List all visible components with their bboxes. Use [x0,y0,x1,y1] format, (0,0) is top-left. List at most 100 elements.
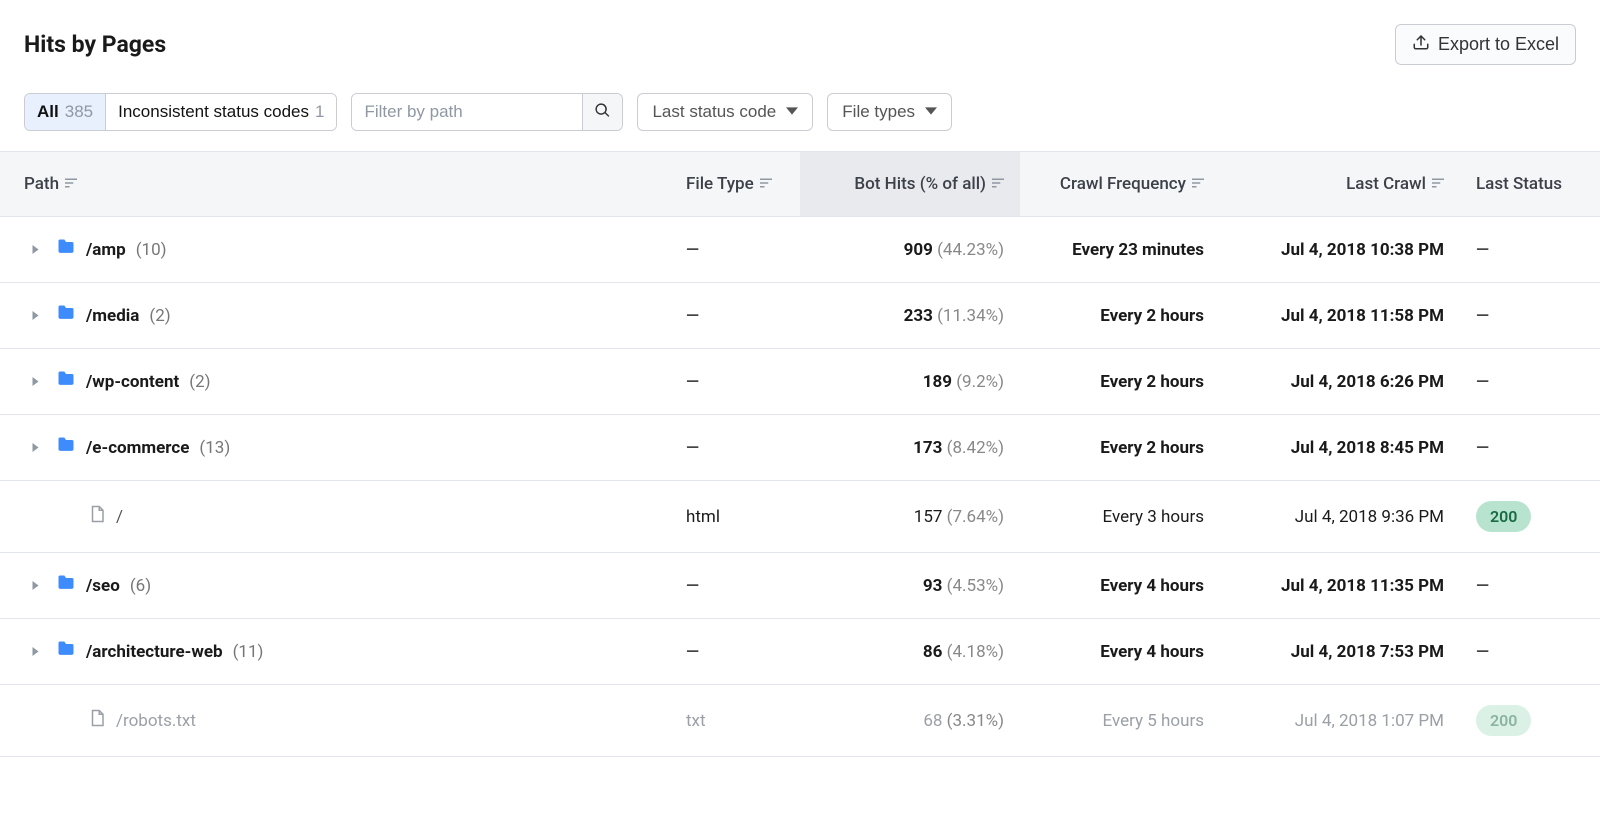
cell-path: /media (2) [0,283,670,348]
dropdown-file-types[interactable]: File types [827,93,952,131]
tab-inconsistent-count: 1 [315,102,324,122]
cell-last-crawl: Jul 4, 2018 10:38 PM [1220,220,1460,280]
col-last-status[interactable]: Last Status [1460,152,1600,216]
sort-icon [1432,174,1444,194]
cell-last-crawl: Jul 4, 2018 7:53 PM [1220,622,1460,682]
path-name: /seo [86,576,120,596]
col-last-crawl[interactable]: Last Crawl [1220,152,1460,216]
status-badge: 200 [1476,501,1531,532]
expand-caret-icon[interactable] [24,239,46,261]
cell-crawl-frequency: Every 2 hours [1020,286,1220,346]
cell-file-type: txt [670,691,800,751]
tab-all-count: 385 [65,102,93,122]
chevron-down-icon [786,102,798,122]
expand-caret-icon[interactable] [24,641,46,663]
table-row[interactable]: /robots.txttxt68 (3.31%)Every 5 hoursJul… [0,685,1600,757]
search-input[interactable] [352,94,582,130]
table-row[interactable]: /wp-content(2) — 189 (9.2%)Every 2 hoursJu… [0,349,1600,415]
expand-caret-icon[interactable] [24,575,46,597]
cell-bot-hits: 68 (3.31%) [800,691,1020,751]
tab-all[interactable]: All 385 [25,94,105,130]
table-row[interactable]: /architecture-web(11)—86 (4.18%)Every 4 … [0,619,1600,685]
export-button[interactable]: Export to Excel [1395,24,1576,65]
cell-crawl-frequency: Every 2 hours [1020,418,1220,478]
cell-last-crawl: Jul 4, 2018 11:35 PM [1220,556,1460,616]
status-dash: — [1476,438,1489,458]
cell-path: /architecture-web (11) [0,619,670,684]
page-title: Hits by Pages [24,31,166,58]
cell-last-crawl: Jul 4, 2018 1:07 PM [1220,691,1460,751]
cell-file-type: — [670,220,800,280]
expand-caret-icon[interactable] [24,371,46,393]
cell-file-type: html [670,487,800,547]
cell-bot-hits: 909 (44.23%) [800,220,1020,280]
cell-bot-hits: 93 (4.53%) [800,556,1020,616]
cell-file-type: — [670,556,800,616]
cell-path: /seo (6) [0,553,670,618]
table-row[interactable]: /amp(10)—909 (44.23%)Every 23 minutesJul… [0,217,1600,283]
cell-bot-hits: 189 (9.2%) [800,352,1020,412]
expand-caret-icon[interactable] [24,437,46,459]
dropdown-status-label: Last status code [652,102,776,122]
cell-path: / [0,483,670,550]
tab-all-label: All [37,102,59,122]
col-crawl-freq-label: Crawl Frequency [1060,174,1186,194]
cell-last-crawl: Jul 4, 2018 6:26 PM [1220,352,1460,412]
status-badge: 200 [1476,705,1531,736]
path-name: /architecture-web [86,642,223,662]
tab-inconsistent[interactable]: Inconsistent status codes 1 [106,94,336,130]
tab-inconsistent-label: Inconsistent status codes [118,102,309,122]
path-name: /amp [86,240,126,260]
col-crawl-frequency[interactable]: Crawl Frequency [1020,152,1220,216]
table-row[interactable]: /html157 (7.64%)Every 3 hoursJul 4, 2018… [0,481,1600,553]
col-bot-hits[interactable]: Bot Hits (% of all) [800,152,1020,216]
cell-crawl-frequency: Every 3 hours [1020,487,1220,547]
folder-icon [56,573,76,598]
table-row[interactable]: /media(2)—233 (11.34%)Every 2 hoursJul 4… [0,283,1600,349]
table-row[interactable]: /seo(6)—93 (4.53%)Every 4 hoursJul 4, 20… [0,553,1600,619]
path-count: (2) [149,306,170,326]
folder-icon [56,639,76,664]
path-count: (10) [136,240,167,260]
cell-crawl-frequency: Every 4 hours [1020,556,1220,616]
cell-file-type: — [670,622,800,682]
col-path-label: Path [24,174,59,194]
sort-icon [760,174,772,194]
folder-icon [56,435,76,460]
sort-icon [65,174,77,194]
cell-last-status: — [1460,286,1600,346]
status-dash: — [1476,372,1489,392]
cell-crawl-frequency: Every 23 minutes [1020,220,1220,280]
col-path[interactable]: Path [0,152,670,216]
expand-caret-placeholder [56,506,78,528]
col-last-status-label: Last Status [1476,174,1562,194]
cell-bot-hits: 86 (4.18%) [800,622,1020,682]
cell-path: /robots.txt [0,687,670,754]
dropdown-filetypes-label: File types [842,102,915,122]
cell-path: /wp-content(2) [0,349,670,414]
dropdown-last-status-code[interactable]: Last status code [637,93,813,131]
sort-icon [992,174,1004,194]
cell-last-status: 200 [1460,685,1600,756]
search-button[interactable] [582,94,622,130]
col-file-type[interactable]: File Type [670,152,800,216]
status-dash: — [1476,306,1489,326]
table-row[interactable]: /e-commerce(13)—173 (8.42%)Every 2 hours… [0,415,1600,481]
cell-bot-hits: 157 (7.64%) [800,487,1020,547]
cell-crawl-frequency: Every 2 hours [1020,352,1220,412]
path-name: /media [86,306,139,326]
cell-file-type: — [670,418,800,478]
status-filter-tabs: All 385 Inconsistent status codes 1 [24,93,337,131]
path-count: (6) [130,576,151,596]
cell-last-status: — [1460,220,1600,280]
sort-icon [1192,174,1204,194]
path-count: (11) [233,642,264,662]
cell-last-status: — [1460,556,1600,616]
folder-icon [56,303,76,328]
folder-icon [56,369,76,394]
expand-caret-icon[interactable] [24,305,46,327]
cell-path: /amp (10) [0,217,670,282]
cell-file-type: — [670,286,800,346]
col-last-crawl-label: Last Crawl [1346,174,1426,194]
cell-last-status: — [1460,622,1600,682]
